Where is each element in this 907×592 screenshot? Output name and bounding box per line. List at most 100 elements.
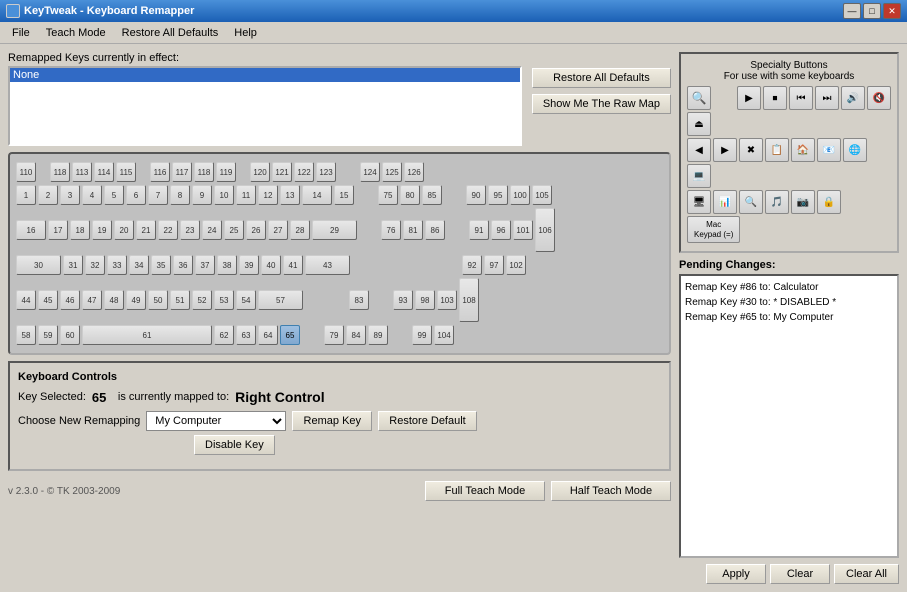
key-18[interactable]: 18	[70, 220, 90, 240]
key-29[interactable]: 29	[312, 220, 357, 240]
sp-btn-lock[interactable]: 🔒	[817, 190, 841, 214]
key-59[interactable]: 59	[38, 325, 58, 345]
sp-btn-stop[interactable]: ⏹	[763, 86, 787, 110]
key-62[interactable]: 62	[214, 325, 234, 345]
clear-button[interactable]: Clear	[770, 564, 830, 584]
key-45[interactable]: 45	[38, 290, 58, 310]
sp-btn-comp[interactable]: 💻	[687, 164, 711, 188]
key-6[interactable]: 6	[126, 185, 146, 205]
key-50[interactable]: 50	[148, 290, 168, 310]
sp-btn-home2[interactable]: 🏠	[791, 138, 815, 162]
key-119b[interactable]: 118	[194, 162, 214, 182]
sp-btn-mute[interactable]: 🔇	[867, 86, 891, 110]
key-115[interactable]: 115	[116, 162, 136, 182]
key-91[interactable]: 91	[469, 220, 489, 240]
key-63[interactable]: 63	[236, 325, 256, 345]
key-17[interactable]: 17	[48, 220, 68, 240]
key-11[interactable]: 11	[236, 185, 256, 205]
key-5[interactable]: 5	[104, 185, 124, 205]
sp-btn-forward[interactable]: ▶	[713, 138, 737, 162]
key-8[interactable]: 8	[170, 185, 190, 205]
key-20[interactable]: 20	[114, 220, 134, 240]
minimize-button[interactable]: —	[843, 3, 861, 19]
key-108[interactable]: 108	[459, 278, 479, 322]
key-52[interactable]: 52	[192, 290, 212, 310]
key-103[interactable]: 103	[437, 290, 457, 310]
menu-teach-mode[interactable]: Teach Mode	[38, 25, 114, 41]
close-button[interactable]: ✕	[883, 3, 901, 19]
key-61[interactable]: 61	[82, 325, 212, 345]
key-2[interactable]: 2	[38, 185, 58, 205]
key-123[interactable]: 123	[316, 162, 336, 182]
sp-btn-music[interactable]: 🎵	[765, 190, 789, 214]
key-36[interactable]: 36	[173, 255, 193, 275]
sp-btn-clip[interactable]: 📋	[765, 138, 789, 162]
show-raw-map-button[interactable]: Show Me The Raw Map	[532, 94, 671, 114]
sp-btn-search[interactable]: 🔍	[687, 86, 711, 110]
key-7[interactable]: 7	[148, 185, 168, 205]
key-13[interactable]: 13	[280, 185, 300, 205]
sp-btn-prev[interactable]: ⏮	[789, 86, 813, 110]
key-125[interactable]: 125	[382, 162, 402, 182]
key-37[interactable]: 37	[195, 255, 215, 275]
key-121[interactable]: 121	[272, 162, 292, 182]
key-79[interactable]: 79	[324, 325, 344, 345]
key-9[interactable]: 9	[192, 185, 212, 205]
key-28[interactable]: 28	[290, 220, 310, 240]
key-85[interactable]: 85	[422, 185, 442, 205]
key-31[interactable]: 31	[63, 255, 83, 275]
key-122[interactable]: 122	[294, 162, 314, 182]
remap-key-button[interactable]: Remap Key	[292, 411, 372, 431]
key-53[interactable]: 53	[214, 290, 234, 310]
key-120[interactable]: 120	[250, 162, 270, 182]
disable-key-button[interactable]: Disable Key	[194, 435, 275, 455]
sp-btn-x[interactable]: ✖	[739, 138, 763, 162]
key-35[interactable]: 35	[151, 255, 171, 275]
key-39[interactable]: 39	[239, 255, 259, 275]
key-99[interactable]: 99	[412, 325, 432, 345]
key-14[interactable]: 14	[302, 185, 332, 205]
sp-btn-pc[interactable]: 🖥	[687, 190, 711, 214]
menu-file[interactable]: File	[4, 25, 38, 41]
key-100[interactable]: 100	[510, 185, 530, 205]
key-64[interactable]: 64	[258, 325, 278, 345]
key-80[interactable]: 80	[400, 185, 420, 205]
key-76[interactable]: 76	[381, 220, 401, 240]
key-46[interactable]: 46	[60, 290, 80, 310]
remapped-listbox[interactable]: None	[8, 66, 522, 146]
key-58[interactable]: 58	[16, 325, 36, 345]
key-33[interactable]: 33	[107, 255, 127, 275]
key-41[interactable]: 41	[283, 255, 303, 275]
key-4[interactable]: 4	[82, 185, 102, 205]
key-54[interactable]: 54	[236, 290, 256, 310]
key-47[interactable]: 47	[82, 290, 102, 310]
key-30[interactable]: 30	[16, 255, 61, 275]
key-114[interactable]: 114	[94, 162, 114, 182]
menu-restore-defaults[interactable]: Restore All Defaults	[114, 25, 227, 41]
key-51[interactable]: 51	[170, 290, 190, 310]
full-teach-button[interactable]: Full Teach Mode	[425, 481, 545, 501]
sp-btn-back[interactable]: ◀	[687, 138, 711, 162]
key-110[interactable]: 110	[16, 162, 36, 182]
key-38[interactable]: 38	[217, 255, 237, 275]
restore-default-button[interactable]: Restore Default	[378, 411, 476, 431]
key-24[interactable]: 24	[202, 220, 222, 240]
key-126[interactable]: 126	[404, 162, 424, 182]
key-105[interactable]: 105	[532, 185, 552, 205]
remap-dropdown[interactable]: My Computer Calculator * DISABLED *	[146, 411, 286, 431]
key-102[interactable]: 102	[506, 255, 526, 275]
key-1[interactable]: 1	[16, 185, 36, 205]
key-57[interactable]: 57	[258, 290, 303, 310]
key-116[interactable]: 116	[150, 162, 170, 182]
key-95[interactable]: 95	[488, 185, 508, 205]
key-93[interactable]: 93	[393, 290, 413, 310]
key-124[interactable]: 124	[360, 162, 380, 182]
maximize-button[interactable]: □	[863, 3, 881, 19]
apply-button[interactable]: Apply	[706, 564, 766, 584]
key-89[interactable]: 89	[368, 325, 388, 345]
sp-btn-vol-up[interactable]: 🔊	[841, 86, 865, 110]
key-27[interactable]: 27	[268, 220, 288, 240]
key-65[interactable]: 65	[280, 325, 300, 345]
key-43[interactable]: 43	[305, 255, 350, 275]
sp-btn-eject[interactable]: ⏏	[687, 112, 711, 136]
